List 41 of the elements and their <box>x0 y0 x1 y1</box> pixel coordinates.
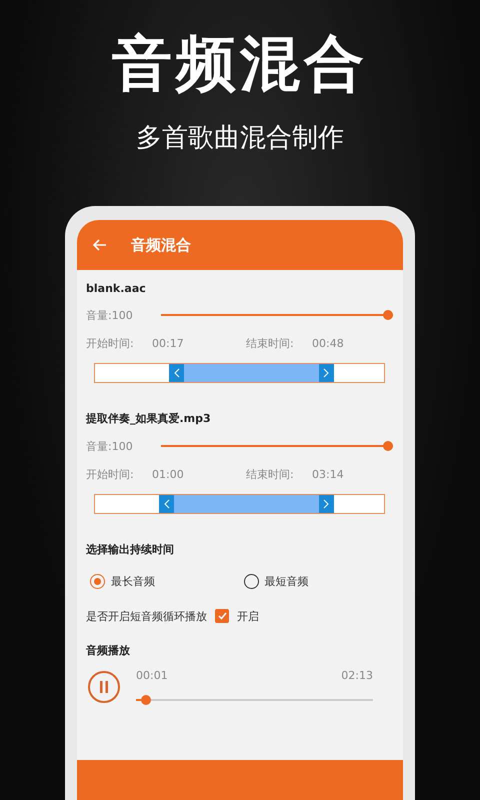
checkmark-icon <box>218 612 226 620</box>
app-title: 音频混合 <box>131 236 191 254</box>
radio-option[interactable]: 最短音频 <box>240 574 393 588</box>
headline: 音频混合 <box>112 28 368 100</box>
section-title: 选择输出持续时间 <box>86 542 175 557</box>
subtitle: 多首歌曲混合制作 <box>136 122 344 154</box>
elapsed-time: 00:01 <box>136 668 168 682</box>
checkbox-label: 开启 <box>237 608 259 624</box>
chevron-right-icon <box>323 368 330 378</box>
total-time: 02:13 <box>341 668 373 682</box>
file-name: 提取伴奏_如果真爱.mp3 <box>86 411 212 426</box>
end-label: 结束时间: <box>246 336 295 350</box>
range-handle[interactable] <box>318 495 334 513</box>
pause-icon <box>99 681 109 693</box>
volume-label: 音量:100 <box>86 308 134 322</box>
start-label: 开始时间: <box>86 466 135 482</box>
section-title: 音频播放 <box>86 643 131 658</box>
range-handle[interactable] <box>159 495 174 513</box>
end-label: 结束时间: <box>246 466 295 482</box>
range-handle[interactable] <box>169 364 184 382</box>
back-arrow-icon[interactable] <box>93 239 107 251</box>
file-name: blank.aac <box>86 282 147 295</box>
start-time: 01:00 <box>152 468 185 480</box>
end-time: 00:48 <box>312 336 344 350</box>
slider-thumb[interactable] <box>383 441 393 451</box>
range-track[interactable] <box>94 494 385 514</box>
chevron-left-icon <box>174 368 180 378</box>
pause-button[interactable] <box>88 671 120 703</box>
radio-option[interactable]: 最长音频 <box>86 574 240 588</box>
range-handle[interactable] <box>318 364 334 382</box>
slider-thumb[interactable] <box>140 695 151 705</box>
start-time: 00:17 <box>152 336 185 350</box>
checkbox[interactable] <box>215 609 229 623</box>
range-track[interactable] <box>94 363 385 383</box>
loop-label: 是否开启短音频循环播放 <box>86 608 207 624</box>
start-label: 开始时间: <box>86 336 135 350</box>
chevron-left-icon <box>164 499 170 509</box>
end-time: 03:14 <box>312 468 344 480</box>
volume-label: 音量:100 <box>86 438 134 454</box>
slider-thumb[interactable] <box>383 310 393 320</box>
chevron-right-icon <box>323 499 330 509</box>
